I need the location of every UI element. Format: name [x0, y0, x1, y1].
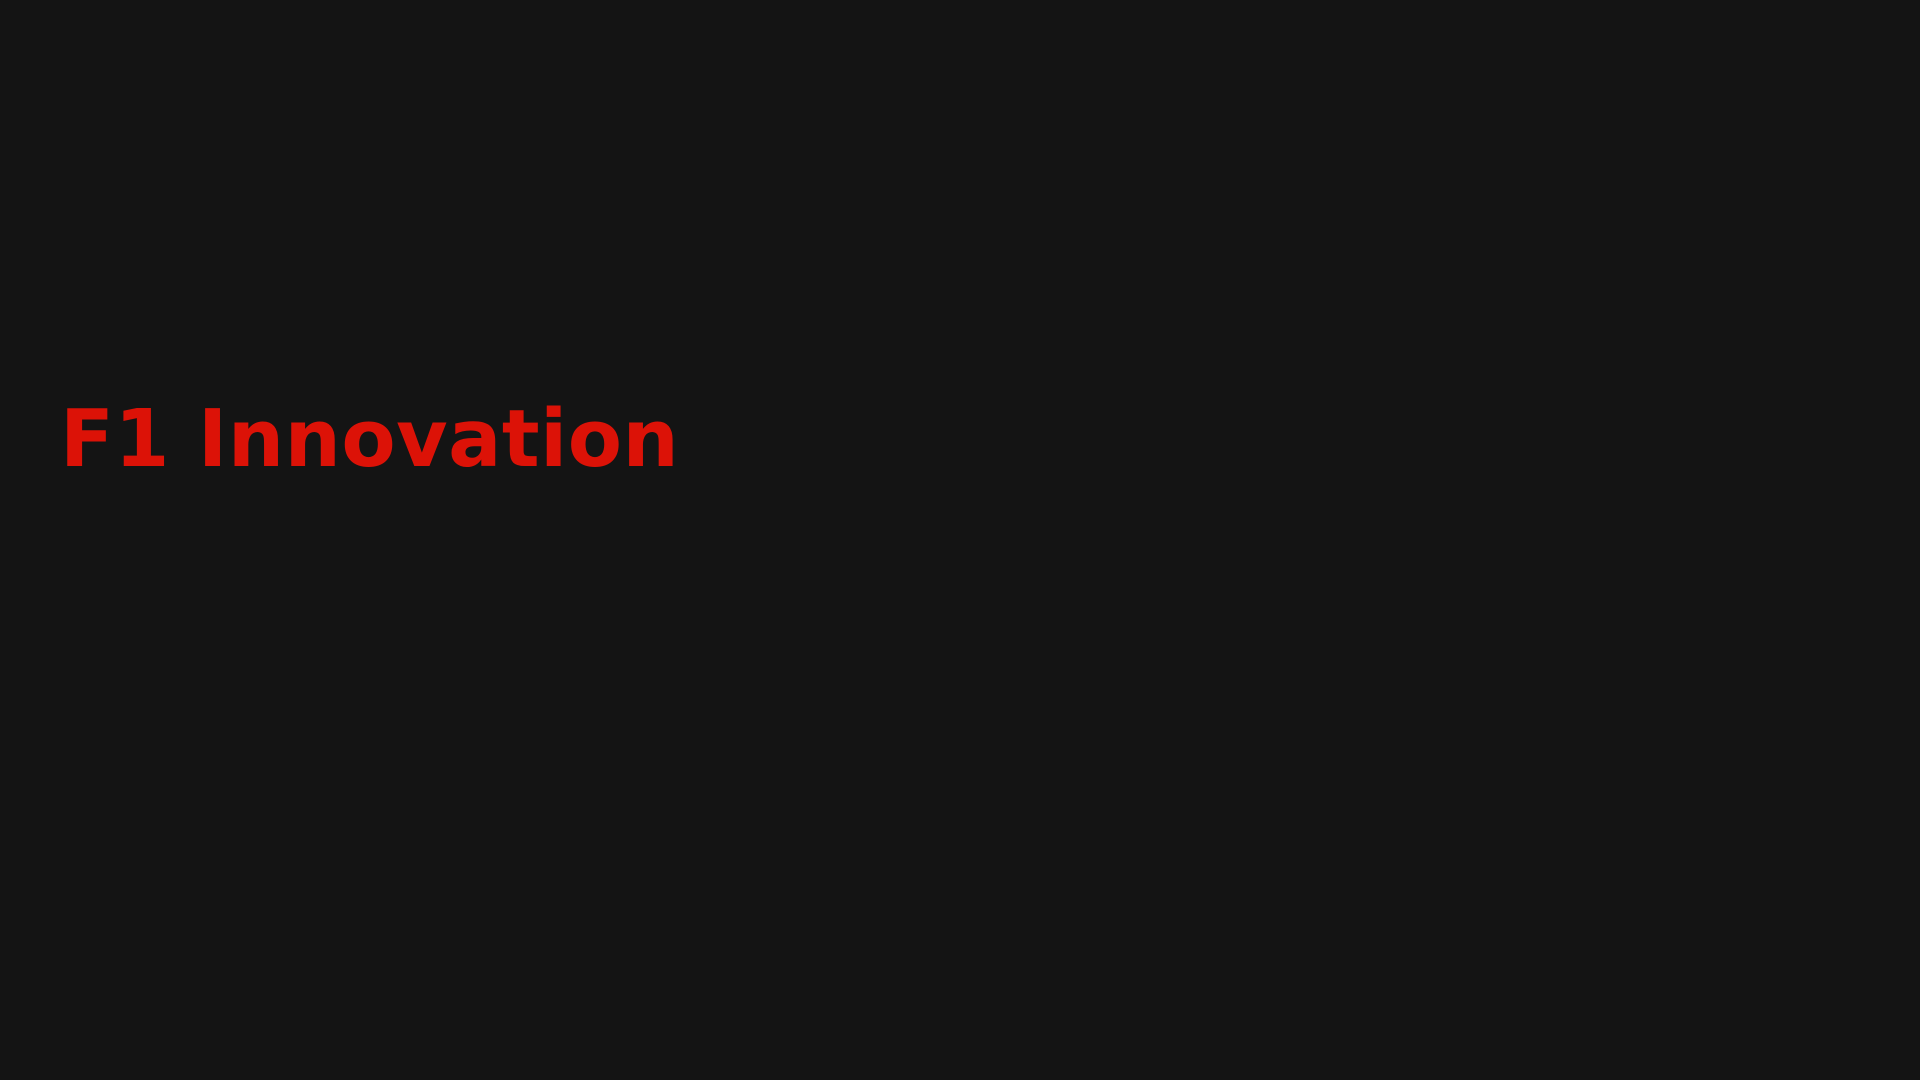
slide-canvas: F1 Innovation: [0, 0, 1920, 1080]
slide-title: F1 Innovation: [60, 393, 680, 485]
